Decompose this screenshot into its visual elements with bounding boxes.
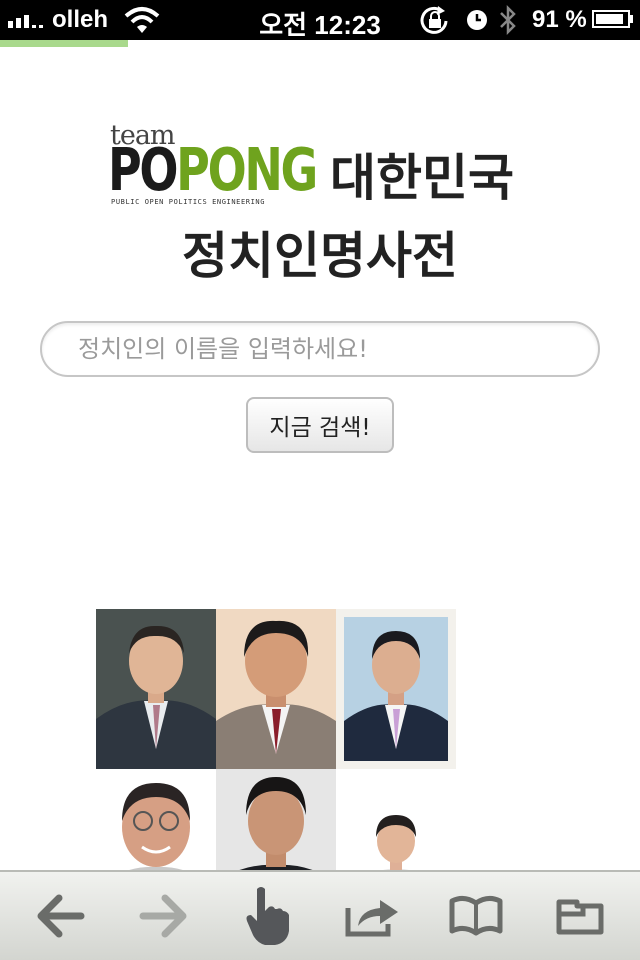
battery-fill [596,14,624,24]
battery-percent: 91 % [532,6,587,33]
page-load-progress [0,40,128,47]
search-input[interactable] [40,321,600,377]
hand-pointer-icon[interactable] [236,886,300,946]
search-button[interactable]: 지금 검색! [246,397,394,453]
rotation-lock-icon [418,6,452,40]
bluetooth-icon [498,4,518,40]
politician-photo-grid [96,609,456,870]
tabs-icon[interactable] [548,886,612,946]
politician-photo-1[interactable] [96,609,216,769]
battery-icon [592,10,630,28]
logo-tagline: PUBLIC OPEN POLITICS ENGINEERING [111,198,266,206]
logo-po: PO [108,135,179,204]
popong-logo: POPONG [108,135,318,204]
alarm-clock-icon [466,9,488,35]
back-icon[interactable] [28,886,92,946]
logo-pong: PONG [176,135,318,204]
bookmarks-icon[interactable] [444,886,508,946]
page-title-line1: 대한민국 [330,149,514,207]
politician-photo-6[interactable] [336,769,456,870]
battery-tip [630,15,633,23]
politician-photo-4[interactable] [96,769,216,870]
politician-photo-5[interactable] [216,769,336,870]
politician-photo-2[interactable] [216,609,336,769]
browser-toolbar [0,870,640,960]
status-bar: olleh 오전 12:23 91 % [0,0,640,40]
share-icon[interactable] [340,886,404,946]
page-title-line2: 정치인명사전 [182,227,458,285]
forward-icon[interactable] [132,886,196,946]
politician-photo-3[interactable] [336,609,456,769]
